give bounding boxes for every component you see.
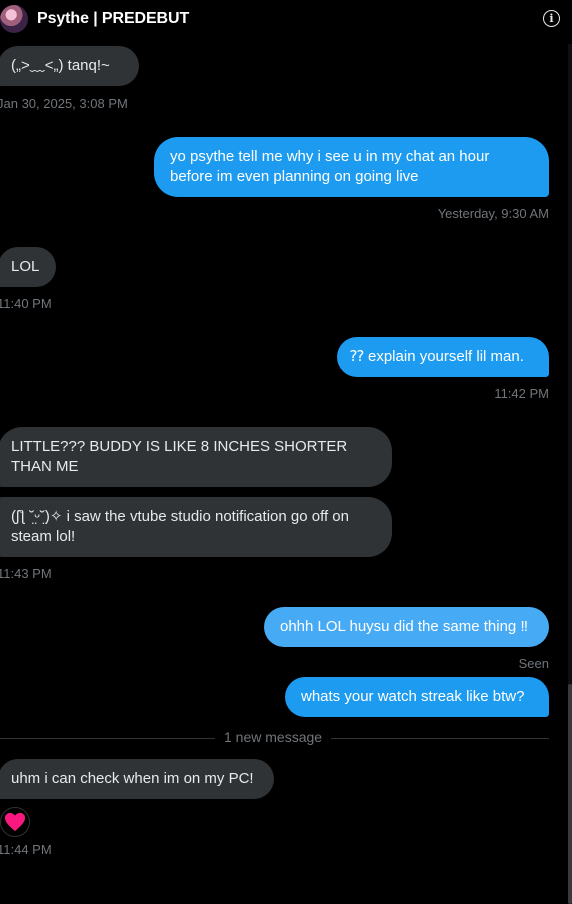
message-bubble-sent[interactable]: ⁇ explain yourself lil man. — [337, 337, 549, 377]
heart-icon — [5, 812, 25, 832]
divider-label: 1 new message — [224, 729, 323, 745]
message-text: (ʃƪ ˘̤ᵕ˘̤)✧ i saw the vtube studio notif… — [11, 508, 349, 545]
message-text: yo psythe tell me why i see u in my chat… — [170, 148, 490, 185]
message-text: ohhh LOL huysu did the same thing ‼ — [280, 618, 528, 635]
message-timestamp: 11:42 PM — [494, 386, 549, 401]
seen-indicator: Seen — [518, 656, 549, 671]
message-bubble-sent[interactable]: yo psythe tell me why i see u in my chat… — [154, 137, 549, 197]
heart-reaction[interactable] — [0, 807, 30, 837]
message-text: uhm i can check when im on my PC! — [11, 770, 254, 787]
message-bubble-received[interactable]: (ʃƪ ˘̤ᵕ˘̤)✧ i saw the vtube studio notif… — [0, 497, 392, 557]
divider-line — [0, 738, 215, 739]
message-bubble-received[interactable]: („>﹏<„) tanq!~ — [0, 46, 139, 86]
info-icon[interactable]: i — [543, 10, 560, 27]
scrollbar[interactable] — [568, 44, 572, 904]
message-text: LOL — [11, 258, 40, 275]
message-bubble-sent[interactable]: whats your watch streak like btw? — [285, 677, 549, 717]
new-message-divider: 1 new message — [0, 729, 549, 747]
message-timestamp: 11:43 PM — [0, 566, 52, 581]
message-timestamp: 11:44 PM — [0, 842, 52, 857]
message-bubble-received[interactable]: LOL — [0, 247, 56, 287]
avatar[interactable] — [0, 5, 28, 33]
conversation-header: Psythe | PREDEBUT i — [0, 0, 572, 38]
message-bubble-received[interactable]: LITTLE??? BUDDY IS LIKE 8 INCHES SHORTER… — [0, 427, 392, 487]
divider-line — [331, 738, 549, 739]
scrollbar-thumb[interactable] — [568, 684, 572, 904]
message-bubble-sent[interactable]: ohhh LOL huysu did the same thing ‼ — [264, 607, 549, 647]
message-timestamp: 11:40 PM — [0, 296, 52, 311]
message-text: LITTLE??? BUDDY IS LIKE 8 INCHES SHORTER… — [11, 438, 348, 475]
message-bubble-received[interactable]: uhm i can check when im on my PC! — [0, 759, 274, 799]
conversation-title[interactable]: Psythe | PREDEBUT — [37, 10, 189, 28]
message-timestamp: Yesterday, 9:30 AM — [437, 206, 549, 221]
message-text: ⁇ explain yourself lil man. — [350, 348, 524, 365]
message-timestamp: Jan 30, 2025, 3:08 PM — [0, 96, 128, 111]
message-text: („>﹏<„) tanq!~ — [11, 57, 110, 74]
message-text: whats your watch streak like btw? — [301, 688, 525, 705]
